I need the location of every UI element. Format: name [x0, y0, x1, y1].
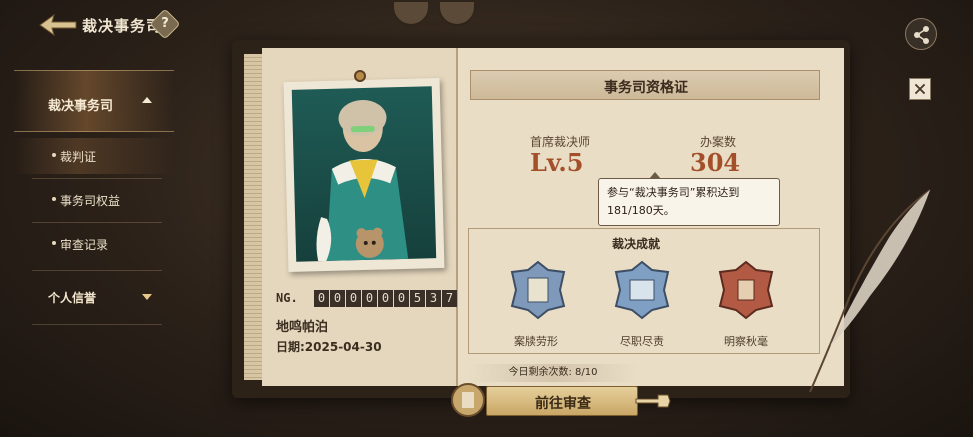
bullet-icon	[52, 241, 56, 245]
close-icon[interactable]	[909, 78, 931, 100]
go-review-label: 前往审查	[535, 396, 591, 412]
achievement-label: 案牍劳形	[514, 335, 558, 348]
cases-value: 304	[690, 148, 741, 177]
player-name: 地鸣帕泊	[276, 320, 329, 335]
ng-digit: 0	[346, 290, 361, 307]
remaining-attempts: 今日剩余次数: 8/10	[468, 364, 638, 382]
sidebar-group-adjudication[interactable]: 裁决事务司	[14, 70, 174, 132]
issue-date: 日期:2025-04-30	[276, 340, 382, 354]
character-illustration	[291, 86, 437, 262]
page-title: 裁决事务司	[82, 17, 163, 35]
tooltip-line: 181/180天。	[607, 204, 675, 217]
ng-label: NG.	[276, 291, 298, 305]
page-edge	[244, 54, 262, 380]
divider	[32, 324, 162, 325]
achievement-label: 明察秋毫	[724, 335, 768, 348]
sidebar-item-benefits[interactable]: 事务司权益	[14, 182, 174, 218]
certificate-banner: 事务司资格证	[470, 70, 820, 100]
ng-digit: 0	[378, 290, 393, 307]
decorative-knob	[392, 0, 430, 26]
ng-digit: 5	[410, 290, 425, 307]
achievement-label: 尽职尽责	[620, 335, 664, 348]
pushpin-icon	[354, 70, 366, 82]
bullet-icon	[52, 153, 56, 157]
sidebar: 裁决事务司 裁判证 事务司权益 审查记录 个人信誉	[14, 66, 174, 334]
pointing-hand-icon	[635, 394, 671, 408]
sidebar-item-review-records[interactable]: 审查记录	[14, 226, 174, 262]
certificate-title: 事务司资格证	[604, 80, 688, 96]
ng-digits: 0 0 0 0 0 0 5 3 7	[314, 290, 457, 307]
sidebar-group-label: 裁决事务司	[48, 99, 114, 114]
achievements-title: 裁决成就	[612, 237, 661, 251]
ng-digit: 3	[426, 290, 441, 307]
ng-digit: 0	[394, 290, 409, 307]
ng-digit: 7	[442, 290, 457, 307]
divider	[32, 222, 162, 223]
sidebar-item-label: 审查记录	[60, 238, 109, 252]
red-shield-badge-icon[interactable]	[716, 260, 776, 320]
share-icon[interactable]	[905, 18, 937, 50]
divider	[32, 178, 162, 179]
tooltip: 参与“裁决事务司”累积达到 181/180天。	[598, 172, 780, 226]
sidebar-item-certificate[interactable]: 裁判证	[14, 138, 174, 174]
book-scroll-badge-icon[interactable]	[508, 260, 568, 320]
sidebar-item-label: 事务司权益	[60, 194, 121, 208]
feather-quill-icon	[809, 189, 931, 393]
chevron-up-icon	[142, 97, 152, 103]
scale-badge-icon[interactable]	[612, 260, 672, 320]
tooltip-line: 参与“裁决事务司”累积达到	[607, 186, 740, 199]
character-portrait	[283, 77, 445, 273]
bullet-icon	[52, 197, 56, 201]
go-review-button[interactable]: 前往审查	[486, 386, 638, 416]
decorative-knob	[438, 0, 476, 26]
chevron-down-icon	[142, 294, 152, 300]
sidebar-item-label: 裁判证	[60, 150, 97, 164]
wax-seal-icon	[451, 383, 485, 417]
back-arrow-icon[interactable]	[38, 12, 78, 38]
sidebar-group-label: 个人信誉	[48, 291, 97, 305]
sidebar-group-reputation[interactable]: 个人信誉	[14, 280, 174, 316]
ng-digit: 0	[362, 290, 377, 307]
ng-digit: 0	[330, 290, 345, 307]
ng-digit: 0	[314, 290, 329, 307]
divider	[32, 270, 162, 271]
rank-value: Lv.5	[530, 148, 584, 177]
